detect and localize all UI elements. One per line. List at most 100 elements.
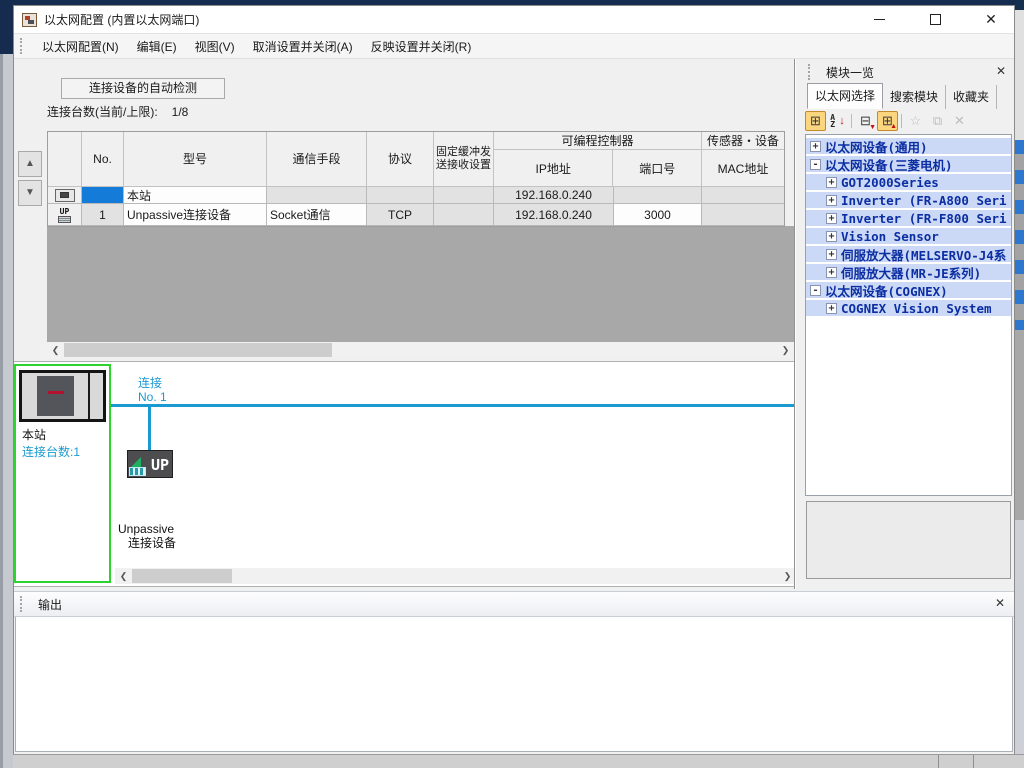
tab-favorites[interactable]: 收藏夹 [946, 85, 997, 109]
output-panel-title: 输出 [38, 596, 992, 613]
header-comm: 通信手段 [267, 132, 367, 187]
collapse-all-icon[interactable]: ⊟▼ [855, 111, 876, 131]
cell-dev-no[interactable]: 1 [82, 204, 124, 226]
sort-az-icon[interactable]: AZ↓ [827, 111, 848, 131]
expander-icon[interactable]: + [826, 195, 837, 206]
expander-icon[interactable]: - [810, 159, 821, 170]
background-app-left-edge [0, 54, 13, 768]
scroll-left-icon[interactable]: ❮ [115, 568, 132, 584]
host-row-icon[interactable] [48, 187, 82, 204]
cell-dev-comm[interactable]: Socket通信 [267, 204, 367, 226]
cell-dev-ip[interactable]: 192.168.0.240 [494, 204, 614, 226]
grid-horizontal-scrollbar[interactable]: ❮ ❯ [47, 342, 794, 358]
expander-icon[interactable]: + [826, 303, 837, 314]
tree-item-ethernet-cognex[interactable]: -以太网设备(COGNEX) [806, 282, 1011, 298]
close-button[interactable]: ✕ [976, 9, 1006, 31]
tree-view-icon[interactable]: ⊞ [805, 111, 826, 131]
panel-splitter[interactable] [794, 59, 796, 589]
move-row-up-button[interactable]: ▲ [18, 151, 42, 177]
header-sensor-label: 传感器・设备 [702, 132, 784, 150]
cell-dev-mac[interactable] [702, 204, 784, 226]
tree-item-inverter-fra800[interactable]: +Inverter (FR-A800 Seri [806, 192, 1011, 208]
tab-ethernet-selection[interactable]: 以太网选择 [807, 83, 883, 109]
output-panel-header: 输出 ✕ [14, 591, 1014, 617]
app-icon [22, 13, 37, 27]
menu-ethernet-config[interactable]: 以太网配置(N) [33, 34, 128, 59]
tab-search-module[interactable]: 搜索模块 [883, 85, 946, 109]
cell-dev-port[interactable]: 3000 [614, 204, 702, 226]
table-row-device[interactable]: UP 1 Unpassive连接设备 Socket通信 TCP 192.168.… [48, 204, 784, 226]
menu-edit[interactable]: 编辑(E) [128, 34, 186, 59]
cell-host-model[interactable]: 本站 [124, 187, 267, 204]
tree-item-servo-mrje[interactable]: +伺服放大器(MR-JE系列) [806, 264, 1011, 280]
tree-item-vision-sensor[interactable]: +Vision Sensor [806, 228, 1011, 244]
scroll-right-icon[interactable]: ❯ [777, 342, 794, 358]
connection-label: 连接 [138, 376, 167, 390]
tree-item-got2000[interactable]: +GOT2000Series [806, 174, 1011, 190]
host-station-label: 本站 [22, 426, 109, 443]
device-graphic-view: 本站 连接台数:1 连接 No. 1 UP Unpassive 连接设备 ❮ [14, 361, 794, 587]
module-panel-title: 模块一览 [826, 64, 993, 81]
cell-host-fixed[interactable] [434, 187, 494, 204]
ethernet-bus-line [111, 404, 794, 407]
tree-item-servo-melservo-j4[interactable]: +伺服放大器(MELSERVO-J4系 [806, 246, 1011, 262]
menu-apply-close[interactable]: 反映设置并关闭(R) [362, 34, 481, 59]
cell-host-comm[interactable] [267, 187, 367, 204]
device-view-scrollbar[interactable]: ❮ ❯ [115, 568, 796, 584]
module-list-panel: 模块一览 ✕ 以太网选择 搜索模块 收藏夹 ⊞ AZ↓ ⊟▼ ⊞▲ ☆ ⧉ ✕ … [804, 61, 1013, 590]
expand-all-icon[interactable]: ⊞▲ [877, 111, 898, 131]
cell-dev-model[interactable]: Unpassive连接设备 [124, 204, 267, 226]
expander-icon[interactable]: + [810, 141, 821, 152]
table-header-row: No. 型号 通信手段 协议 固定缓冲发送接收设置 可编程控制器 IP地址 端口… [48, 132, 784, 187]
minimize-button[interactable] [864, 9, 894, 31]
tree-item-cognex-vision[interactable]: +COGNEX Vision System [806, 300, 1011, 316]
config-table: No. 型号 通信手段 协议 固定缓冲发送接收设置 可编程控制器 IP地址 端口… [47, 131, 785, 227]
cell-host-mac[interactable] [702, 187, 784, 204]
expander-icon[interactable]: + [826, 177, 837, 188]
device-row-icon[interactable]: UP [48, 204, 82, 226]
plc-module-icon [55, 189, 75, 202]
drop-line [148, 407, 151, 450]
module-preview-box [806, 501, 1011, 579]
tree-item-ethernet-mitsubishi[interactable]: -以太网设备(三菱电机) [806, 156, 1011, 172]
header-fixed-buffer: 固定缓冲发送接收设置 [434, 132, 494, 187]
scrollbar-thumb[interactable] [132, 569, 232, 583]
expander-icon[interactable]: + [826, 231, 837, 242]
delete-icon: ✕ [949, 111, 970, 131]
tree-item-ethernet-generic[interactable]: +以太网设备(通用) [806, 138, 1011, 154]
module-panel-close-icon[interactable]: ✕ [993, 64, 1009, 80]
table-row-host[interactable]: 本站 192.168.0.240 [48, 187, 784, 204]
module-panel-header: 模块一览 ✕ [804, 61, 1013, 83]
cell-host-port[interactable] [614, 187, 702, 204]
connection-count-value: 1/8 [172, 105, 189, 119]
expander-icon[interactable]: + [826, 249, 837, 260]
header-plc-label: 可编程控制器 [494, 132, 701, 150]
cell-dev-protocol[interactable]: TCP [367, 204, 434, 226]
panel-grip [20, 596, 25, 612]
expander-icon[interactable]: + [826, 267, 837, 278]
cell-host-no[interactable] [82, 187, 124, 204]
module-panel-tabs: 以太网选择 搜索模块 收藏夹 [804, 83, 1013, 109]
output-panel-close-icon[interactable]: ✕ [992, 596, 1008, 612]
unpassive-device-node[interactable]: UP [127, 450, 173, 478]
cell-dev-fixed[interactable] [434, 204, 494, 226]
output-panel: 输出 ✕ [14, 591, 1014, 753]
expander-icon[interactable]: - [810, 285, 821, 296]
tree-item-inverter-frf800[interactable]: +Inverter (FR-F800 Seri [806, 210, 1011, 226]
expander-icon[interactable]: + [826, 213, 837, 224]
host-station-box[interactable]: 本站 连接台数:1 [14, 364, 111, 583]
scrollbar-thumb[interactable] [64, 343, 332, 357]
menubar: 以太网配置(N) 编辑(E) 视图(V) 取消设置并关闭(A) 反映设置并关闭(… [14, 33, 1014, 59]
header-model: 型号 [124, 132, 267, 187]
maximize-button[interactable] [920, 9, 950, 31]
menu-cancel-close[interactable]: 取消设置并关闭(A) [244, 34, 362, 59]
header-no: No. [82, 132, 124, 187]
scroll-left-icon[interactable]: ❮ [47, 342, 64, 358]
module-tree: +以太网设备(通用) -以太网设备(三菱电机) +GOT2000Series +… [805, 134, 1012, 496]
cell-host-protocol[interactable] [367, 187, 434, 204]
move-row-down-button[interactable]: ▼ [18, 180, 42, 206]
auto-detect-button[interactable]: 连接设备的自动检测 [61, 78, 225, 99]
header-ip: IP地址 [494, 150, 613, 186]
cell-host-ip[interactable]: 192.168.0.240 [494, 187, 614, 204]
menu-view[interactable]: 视图(V) [186, 34, 244, 59]
